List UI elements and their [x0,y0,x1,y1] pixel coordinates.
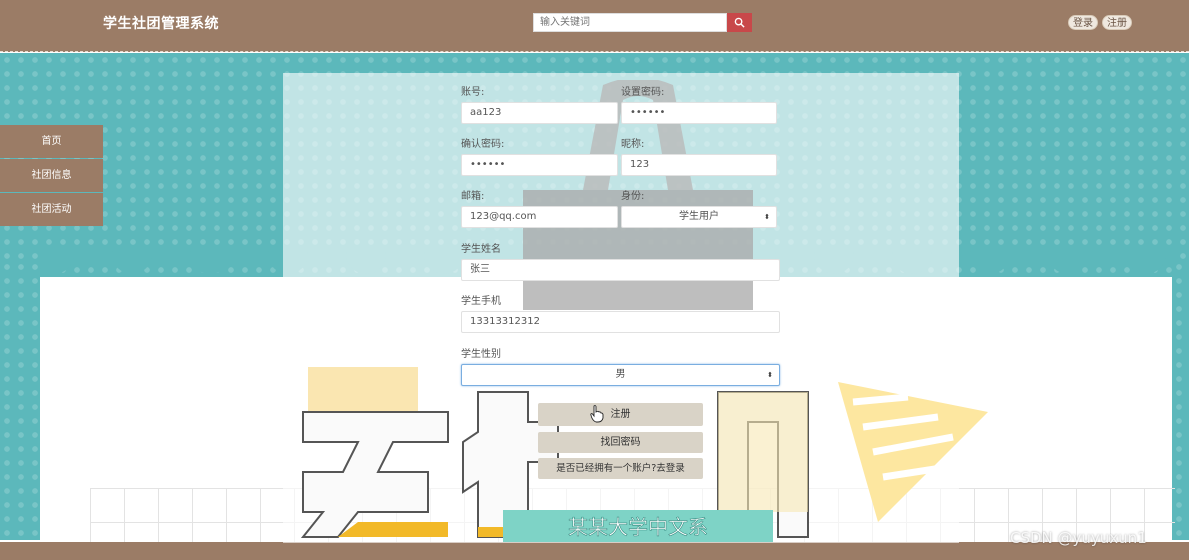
auth-buttons: 登录 注册 [1068,15,1132,30]
student-gender-select[interactable]: 男 ⬍ [461,364,780,386]
account-label: 账号: [461,87,485,98]
register-button[interactable]: 注册 [538,403,703,426]
search-button[interactable] [727,13,752,32]
confirm-password-field[interactable]: •••••• [461,154,618,176]
search-bar [533,13,752,32]
sidebar-nav: 首页 社团信息 社团活动 [0,125,103,227]
email-field[interactable]: 123@qq.com [461,206,618,228]
nickname-label: 昵称: [621,139,645,150]
password-field[interactable]: •••••• [621,102,777,124]
student-gender-label: 学生性别 [461,349,501,360]
sidebar-item-club-activities[interactable]: 社团活动 [0,193,103,226]
site-title: 学生社团管理系统 [103,16,219,32]
confirm-password-label: 确认密码: [461,139,505,150]
left-background-strip [0,260,40,540]
gender-select-value: 男 [615,369,626,380]
register-header-button[interactable]: 注册 [1102,15,1132,30]
go-login-button[interactable]: 是否已经拥有一个账户?去登录 [538,458,703,479]
student-phone-label: 学生手机 [461,296,501,307]
search-icon [734,17,745,28]
sidebar-item-home[interactable]: 首页 [0,125,103,158]
login-button[interactable]: 登录 [1068,15,1098,30]
banner-text: 某某大学中文系 [568,515,708,539]
sidebar-item-club-info[interactable]: 社团信息 [0,159,103,192]
student-name-field[interactable]: 张三 [461,259,780,281]
select-arrows-icon: ⬍ [764,213,770,221]
watermark: CSDN @yuyuxun1 [1010,529,1147,547]
nickname-field[interactable]: 123 [621,154,777,176]
student-name-label: 学生姓名 [461,244,501,255]
search-input[interactable] [533,13,727,32]
email-label: 邮箱: [461,191,485,202]
top-header: 学生社团管理系统 登录 注册 [0,0,1189,52]
recover-password-button[interactable]: 找回密码 [538,432,703,453]
identity-label: 身份: [621,191,645,202]
identity-select-value: 学生用户 [679,211,719,222]
account-field[interactable]: aa123 [461,102,618,124]
gender-select-arrows-icon: ⬍ [767,371,773,379]
hand-cursor-icon [590,405,604,423]
password-label: 设置密码: [621,87,665,98]
student-phone-field[interactable]: 13313312312 [461,311,780,333]
identity-select[interactable]: 学生用户 ⬍ [621,206,777,228]
